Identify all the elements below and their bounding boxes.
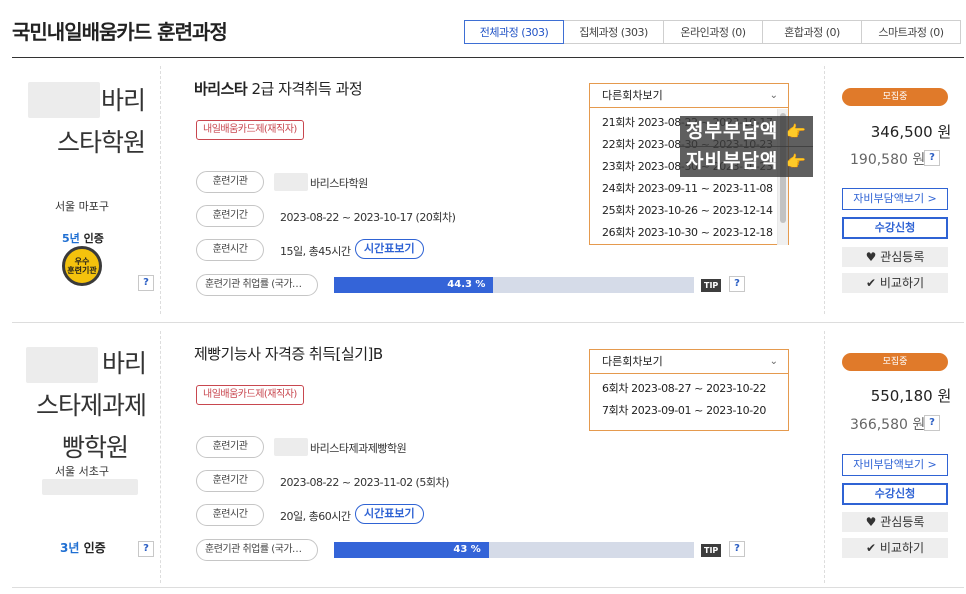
compare-button[interactable]: ✔ 비교하기 (842, 273, 948, 293)
certification-label: 3년 인증 (60, 541, 106, 555)
cert-help-icon[interactable]: ? (138, 541, 154, 557)
price-help-icon[interactable]: ? (924, 150, 940, 166)
session-dropdown-header[interactable]: 다른회차보기 ⌄ (590, 84, 788, 108)
session-item[interactable]: 26회차 2023-10-30 ~ 2023-12-18 (590, 222, 788, 244)
course-card: 바리 스타학원 서울 마포구 5년 인증 우수 훈련기관 ? 바리스타 2급 자격… (12, 58, 964, 323)
course-title[interactable]: 바리스타 2급 자격취득 과정 (194, 78, 363, 99)
employment-bar-fill: 43 % (334, 542, 489, 558)
training-hours: 15일, 총45시간 (280, 245, 351, 258)
org-name: 바리스타제과제빵학원 (310, 442, 407, 455)
academy-location: 서울 마포구 (54, 200, 110, 213)
hours-label: 훈련시간 (196, 239, 264, 261)
academy-name[interactable]: 바리 스타학원 (32, 80, 146, 164)
employment-help-icon[interactable]: ? (729, 276, 745, 292)
course-title[interactable]: 제빵기능사 자격증 취득[실기]B (194, 343, 383, 364)
session-item[interactable]: 25회차 2023-10-26 ~ 2023-12-14 (590, 200, 788, 222)
self-pay-button[interactable]: 자비부담액보기 > (842, 188, 948, 210)
interest-button[interactable]: ♥ 관심등록 (842, 247, 948, 267)
price-total: 346,500 원 (870, 123, 952, 141)
tip-badge[interactable]: TIP (701, 544, 722, 557)
tip-badge[interactable]: TIP (701, 279, 722, 292)
academy-location: 서울 서초구 (54, 465, 110, 478)
tab-blended[interactable]: 혼합과정 (0) (762, 20, 862, 44)
price-help-icon[interactable]: ? (924, 415, 940, 431)
tab-smart[interactable]: 스마트과정 (0) (861, 20, 961, 44)
check-icon: ✔ (865, 276, 877, 290)
chevron-down-icon: ⌄ (769, 90, 778, 101)
timetable-button[interactable]: 시간표보기 (355, 504, 424, 524)
session-item[interactable]: 24회차 2023-09-11 ~ 2023-11-08 (590, 178, 788, 200)
price-self: 190,580 원 (850, 152, 926, 168)
self-pay-button[interactable]: 자비부담액보기 > (842, 454, 948, 476)
employment-label[interactable]: 훈련기관 취업률 (국가… (196, 274, 318, 296)
certification-label: 5년 인증 (62, 232, 104, 245)
chevron-down-icon: ⌄ (769, 356, 778, 367)
session-dropdown[interactable]: 다른회차보기 ⌄ 6회차 2023-08-27 ~ 2023-10-22 7회차… (589, 349, 789, 431)
self-share-overlay: 자비부담액 👉 (680, 146, 813, 177)
academy-name[interactable]: 바리 스타제과제 빵학원 (30, 343, 147, 469)
hours-label: 훈련시간 (196, 504, 264, 526)
period-label: 훈련기간 (196, 470, 264, 492)
employment-bar: 43 % (334, 542, 694, 558)
session-list: 6회차 2023-08-27 ~ 2023-10-22 7회차 2023-09-… (590, 374, 788, 422)
price-self: 366,580 원 (850, 417, 926, 433)
check-icon: ✔ (865, 541, 877, 555)
card-type-badge: 내일배움카드제(재직자) (196, 385, 304, 405)
gov-share-overlay: 정부부담액 👉 (680, 116, 813, 147)
status-badge: 모집중 (842, 88, 948, 106)
apply-button[interactable]: 수강신청 (842, 483, 948, 505)
training-period: 2023-08-22 ~ 2023-11-02 (5회차) (280, 476, 449, 489)
employment-bar-fill: 44.3 % (334, 277, 494, 293)
price-total: 550,180 원 (870, 387, 952, 405)
tab-classroom[interactable]: 집체과정 (303) (563, 20, 664, 44)
session-dropdown-header[interactable]: 다른회차보기 ⌄ (590, 350, 788, 374)
org-label: 훈련기관 (196, 436, 264, 458)
compare-button[interactable]: ✔ 비교하기 (842, 538, 948, 558)
interest-button[interactable]: ♥ 관심등록 (842, 512, 948, 532)
heart-icon: ♥ (865, 515, 877, 529)
org-label: 훈련기관 (196, 171, 264, 193)
session-item[interactable]: 7회차 2023-09-01 ~ 2023-10-20 (590, 400, 788, 422)
org-name: 바리스타학원 (310, 177, 368, 190)
period-label: 훈련기간 (196, 205, 264, 227)
apply-button[interactable]: 수강신청 (842, 217, 948, 239)
session-item[interactable]: 6회차 2023-08-27 ~ 2023-10-22 (590, 378, 788, 400)
status-badge: 모집중 (842, 353, 948, 371)
employment-help-icon[interactable]: ? (729, 541, 745, 557)
page-title: 국민내일배움카드 훈련과정 (12, 20, 228, 44)
employment-label[interactable]: 훈련기관 취업률 (국가… (196, 539, 318, 561)
tab-all[interactable]: 전체과정 (303) (464, 20, 564, 44)
cert-help-icon[interactable]: ? (138, 275, 154, 291)
employment-bar: 44.3 % (334, 277, 694, 293)
timetable-button[interactable]: 시간표보기 (355, 239, 424, 259)
pointing-hand-icon: 👉 (786, 122, 807, 141)
tab-online[interactable]: 온라인과정 (0) (663, 20, 763, 44)
course-card: 바리 스타제과제 빵학원 서울 서초구 3년 인증 ? 제빵기능사 자격증 취득… (12, 323, 964, 588)
training-hours: 20일, 총60시간 (280, 510, 351, 523)
card-type-badge: 내일배움카드제(재직자) (196, 120, 304, 140)
excellent-institution-badge: 우수 훈련기관 (62, 246, 102, 286)
heart-icon: ♥ (865, 250, 877, 264)
course-type-tabs: 전체과정 (303) 집체과정 (303) 온라인과정 (0) 혼합과정 (0)… (464, 20, 961, 44)
pointing-hand-icon: 👉 (786, 152, 807, 171)
training-period: 2023-08-22 ~ 2023-10-17 (20회차) (280, 211, 456, 224)
